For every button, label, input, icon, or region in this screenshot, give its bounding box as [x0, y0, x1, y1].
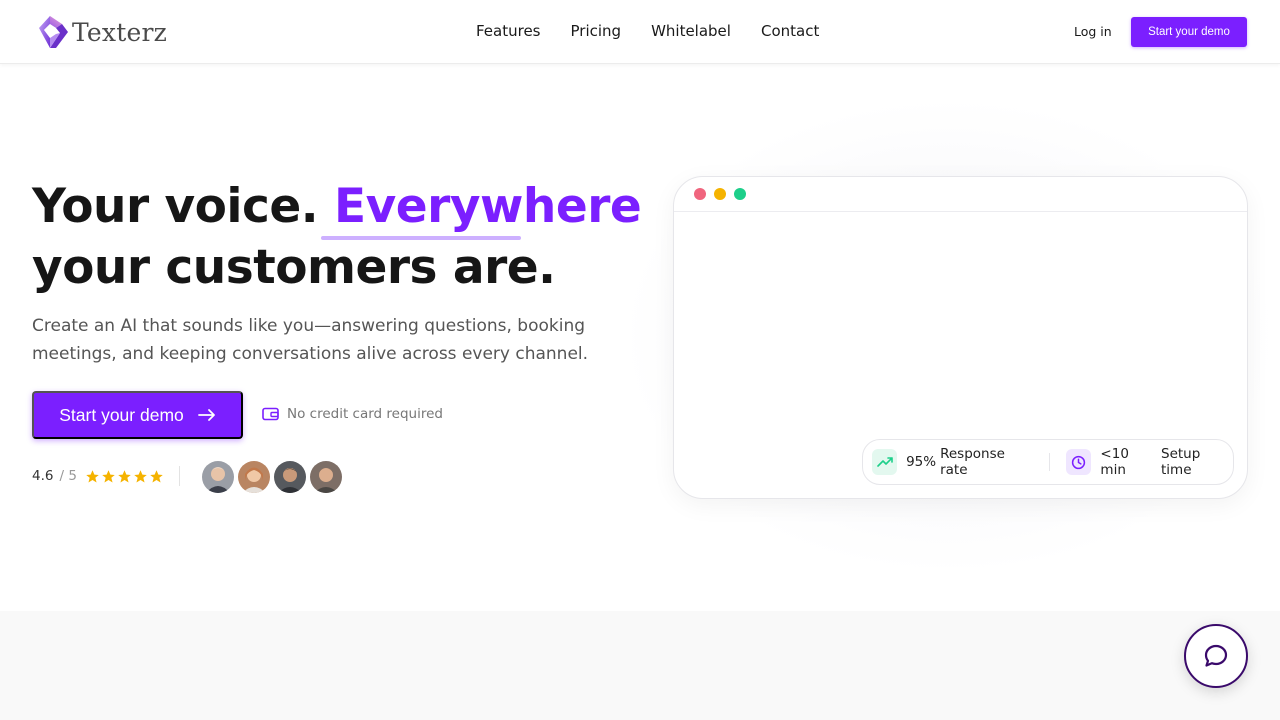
star-icon [118, 469, 131, 482]
stat-response-rate: 95% Response rate [872, 446, 1033, 478]
arrow-right-icon [197, 409, 215, 421]
rating-divider [179, 466, 180, 486]
headline-underline [321, 236, 521, 240]
stat-setup-label: Setup time [1161, 446, 1201, 478]
stats-divider [1049, 453, 1051, 471]
page: Texterz Features Pricing Whitelabel Cont… [0, 0, 1280, 720]
nav-link-features[interactable]: Features [476, 22, 541, 40]
clock-icon [1066, 449, 1092, 475]
nav-start-demo-button[interactable]: Start your demo [1131, 17, 1247, 47]
wallet-icon [262, 407, 279, 421]
star-icon [150, 469, 163, 482]
headline-part1: Your voice. [32, 179, 319, 234]
star-icon [134, 469, 147, 482]
customer-avatars [200, 459, 344, 495]
avatar [272, 459, 308, 495]
star-icon [102, 469, 115, 482]
rating: 4.6 / 5 [32, 468, 164, 484]
hero-subtext: Create an AI that sounds like you—answer… [32, 316, 589, 364]
avatar [200, 459, 236, 495]
window-dot-red [694, 188, 706, 200]
window-dot-yellow [714, 188, 726, 200]
stat-response-label: Response rate [940, 446, 1005, 478]
logo-icon [39, 16, 68, 48]
no-credit-card-note: No credit card required [262, 406, 443, 422]
window-dot-green [734, 188, 746, 200]
stat-setup-time: <10 min Setup time [1066, 446, 1233, 478]
chat-bubble-icon [1204, 644, 1228, 667]
window-title-bar [674, 177, 1247, 212]
rating-outof: / 5 [59, 468, 77, 484]
stat-response-value: 95% [906, 454, 937, 470]
nav-link-contact[interactable]: Contact [761, 22, 819, 40]
login-link[interactable]: Log in [1074, 24, 1112, 39]
trending-up-icon [872, 449, 898, 475]
headline-accent: Everywhere [334, 179, 642, 234]
preview-window: 95% Response rate <10 min Setup time [673, 176, 1248, 499]
nav-link-pricing[interactable]: Pricing [571, 22, 622, 40]
headline-part2: your customers are. [32, 240, 556, 295]
stat-setup-value: <10 min [1100, 446, 1129, 478]
no-credit-card-text: No credit card required [287, 406, 443, 422]
hero-start-demo-button[interactable]: Start your demo [32, 391, 243, 439]
star-icon [86, 469, 99, 482]
avatar [308, 459, 344, 495]
chat-widget-button[interactable] [1184, 624, 1248, 688]
brand-name: Texterz [72, 17, 167, 47]
stats-pill: 95% Response rate <10 min Setup time [862, 439, 1234, 485]
hero-start-demo-label: Start your demo [59, 404, 184, 425]
rating-stars [85, 469, 164, 484]
next-section [0, 611, 1280, 720]
nav-link-whitelabel[interactable]: Whitelabel [651, 22, 731, 40]
avatar [236, 459, 272, 495]
nav-links: Features Pricing Whitelabel Contact [476, 22, 819, 40]
top-nav: Texterz Features Pricing Whitelabel Cont… [0, 0, 1280, 64]
rating-score: 4.6 [32, 468, 54, 484]
brand-logo[interactable]: Texterz [36, 14, 167, 50]
